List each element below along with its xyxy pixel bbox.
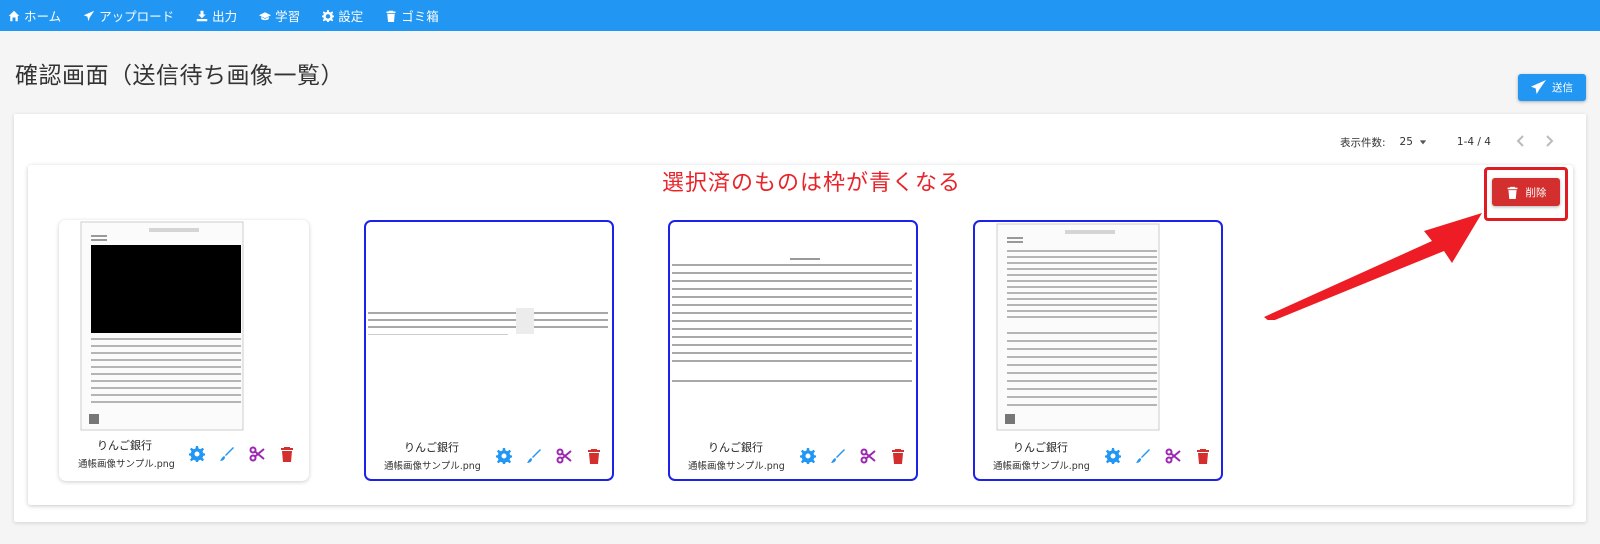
page-title: 確認画面（送信待ち画像一覧）	[15, 63, 344, 89]
card-crop-button[interactable]	[249, 446, 265, 462]
card-delete-button[interactable]	[1195, 448, 1211, 464]
gear-icon	[800, 448, 816, 464]
card-actions	[1105, 448, 1225, 464]
send-button[interactable]: 送信	[1518, 74, 1586, 101]
nav-settings-label: 設定	[338, 9, 364, 24]
card-bank-name: りんご銀行	[708, 441, 763, 454]
graduation-cap-icon	[259, 11, 272, 20]
image-card-4[interactable]: りんご銀行 通帳画像サンプル.png	[973, 220, 1223, 481]
scissors-icon	[556, 448, 572, 464]
nav-home[interactable]: ホーム	[8, 6, 61, 25]
brush-icon	[220, 447, 234, 461]
scissors-icon	[249, 446, 265, 462]
card-file-name: 通帳画像サンプル.png	[78, 459, 175, 470]
passbook-thumbnail	[672, 258, 912, 382]
image-card-1[interactable]: りんご銀行 通帳画像サンプル.png	[59, 220, 309, 481]
gear-icon	[1105, 448, 1121, 464]
per-page-value: 25	[1399, 136, 1413, 148]
pagination: 表示件数: 25 1-4 / 4	[1340, 134, 1571, 150]
nav-upload-label: アップロード	[99, 9, 175, 24]
trash-icon	[892, 449, 904, 464]
card-edit-button[interactable]	[830, 448, 846, 464]
card-bank-name: りんご銀行	[1013, 441, 1068, 454]
card-actions	[496, 448, 616, 464]
trash-icon	[588, 449, 600, 464]
passbook-thumbnail	[368, 308, 608, 335]
passbook-thumbnail	[996, 223, 1160, 431]
passbook-thumbnail	[80, 221, 244, 431]
nav-learning-label: 学習	[275, 9, 301, 24]
card-file-name: 通帳画像サンプル.png	[384, 461, 481, 472]
gear-icon	[496, 448, 512, 464]
trash-icon	[281, 447, 293, 462]
send-icon	[1531, 80, 1546, 95]
card-crop-button[interactable]	[860, 448, 876, 464]
image-card-3[interactable]: りんご銀行 通帳画像サンプル.png	[668, 220, 918, 481]
send-button-label: 送信	[1552, 82, 1573, 94]
download-icon	[196, 10, 208, 21]
card-crop-button[interactable]	[1165, 448, 1181, 464]
image-card-2[interactable]: りんご銀行 通帳画像サンプル.png	[364, 220, 614, 481]
top-nav-bar: ホーム アップロード 出力 学習 設定 ゴミ箱	[0, 0, 1600, 31]
card-crop-button[interactable]	[556, 448, 572, 464]
card-settings-button[interactable]	[800, 448, 816, 464]
home-icon	[8, 10, 20, 21]
prev-page-button[interactable]	[1515, 135, 1529, 149]
card-settings-button[interactable]	[1105, 448, 1121, 464]
card-delete-button[interactable]	[586, 448, 602, 464]
trash-icon	[1197, 449, 1209, 464]
card-bank-name: りんご銀行	[97, 439, 152, 452]
caret-down-icon	[1419, 140, 1427, 145]
nav-home-label: ホーム	[24, 9, 62, 24]
nav-trash-label: ゴミ箱	[401, 9, 439, 24]
card-edit-button[interactable]	[526, 448, 542, 464]
brush-icon	[1136, 449, 1150, 463]
delete-button[interactable]: 削除	[1492, 178, 1560, 206]
page-range: 1-4 / 4	[1456, 136, 1491, 148]
scissors-icon	[860, 448, 876, 464]
card-edit-button[interactable]	[1135, 448, 1151, 464]
annotation-text: 選択済のものは枠が青くなる	[662, 171, 962, 196]
nav-settings[interactable]: 設定	[322, 6, 363, 25]
card-bank-name: りんご銀行	[404, 441, 459, 454]
gear-icon	[322, 9, 335, 22]
delete-button-label: 削除	[1525, 186, 1547, 199]
next-page-button[interactable]	[1543, 135, 1557, 149]
card-delete-button[interactable]	[890, 448, 906, 464]
brush-icon	[831, 449, 845, 463]
chevron-left-icon	[1516, 135, 1524, 147]
card-actions	[189, 446, 309, 462]
brush-icon	[527, 449, 541, 463]
chevron-right-icon	[1546, 135, 1554, 147]
nav-learning[interactable]: 学習	[259, 6, 300, 25]
per-page-select[interactable]: 25	[1400, 136, 1427, 148]
card-edit-button[interactable]	[219, 446, 235, 462]
nav-upload[interactable]: アップロード	[83, 6, 174, 25]
scissors-icon	[1165, 448, 1181, 464]
nav-output[interactable]: 出力	[196, 6, 237, 25]
nav-trash[interactable]: ゴミ箱	[385, 6, 439, 25]
card-file-name: 通帳画像サンプル.png	[688, 461, 785, 472]
card-delete-button[interactable]	[279, 446, 295, 462]
card-file-name: 通帳画像サンプル.png	[993, 461, 1090, 472]
trash-icon	[1507, 186, 1517, 199]
per-page-label: 表示件数:	[1340, 136, 1386, 149]
send-icon	[83, 10, 95, 21]
trash-icon	[386, 10, 396, 22]
card-actions	[800, 448, 920, 464]
annotation-arrow	[1264, 213, 1482, 320]
card-settings-button[interactable]	[189, 446, 205, 462]
nav-output-label: 出力	[212, 9, 238, 24]
card-settings-button[interactable]	[496, 448, 512, 464]
gear-icon	[189, 446, 205, 462]
